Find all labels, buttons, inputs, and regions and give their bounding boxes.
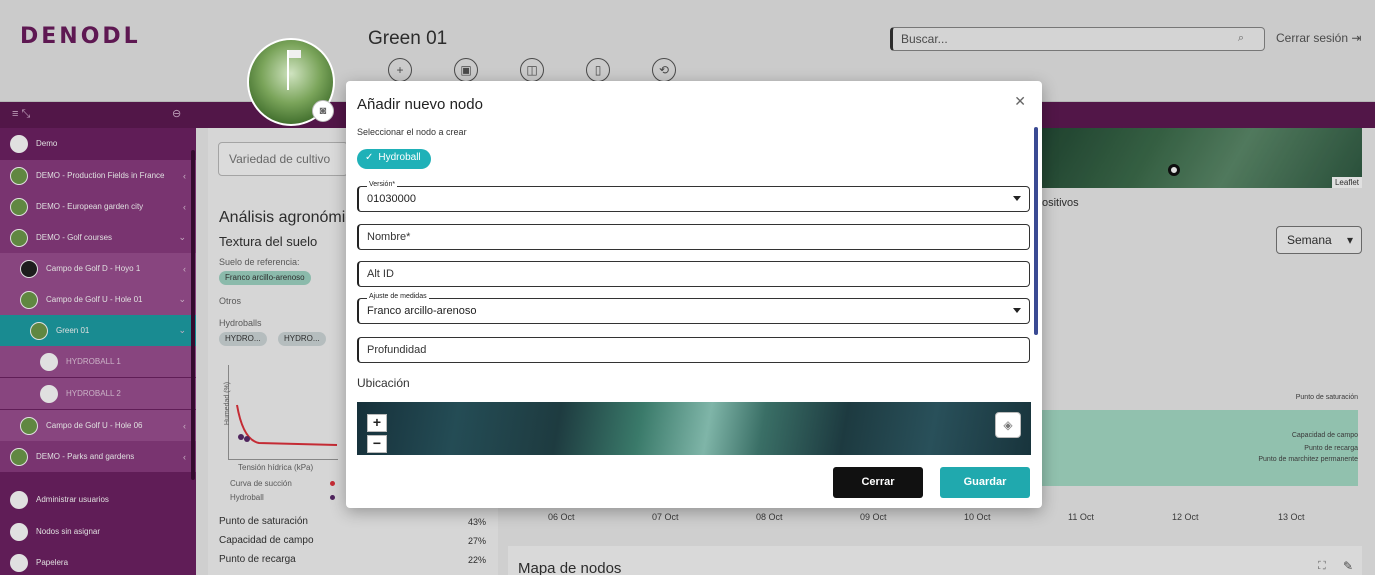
dialog-title: Añadir nuevo nodo bbox=[357, 96, 483, 113]
dialog-scrollbar[interactable] bbox=[1034, 127, 1038, 335]
node-type-chip[interactable]: ✓ Hydroball bbox=[357, 149, 431, 169]
version-label: Versión* bbox=[367, 181, 398, 188]
zoom-out-button[interactable]: − bbox=[367, 435, 387, 453]
measure-select[interactable]: Ajuste de medidas Franco arcillo-arenoso bbox=[357, 293, 1030, 324]
depth-placeholder: Profundidad bbox=[367, 344, 427, 356]
name-placeholder: Nombre* bbox=[367, 231, 411, 243]
measure-label: Ajuste de medidas bbox=[367, 293, 429, 300]
depth-field[interactable]: Profundidad bbox=[357, 337, 1030, 363]
alt-id-field[interactable]: Alt ID bbox=[357, 261, 1030, 287]
dialog-subtitle: Seleccionar el nodo a crear bbox=[357, 127, 467, 137]
version-value: 01030000 bbox=[367, 193, 416, 205]
check-icon: ✓ bbox=[365, 152, 374, 163]
layers-icon[interactable]: ◈ bbox=[995, 412, 1021, 438]
add-node-dialog: Añadir nuevo nodo ✕ Seleccionar el nodo … bbox=[346, 81, 1042, 508]
node-type-label: Hydroball bbox=[378, 152, 421, 163]
location-title: Ubicación bbox=[357, 376, 410, 390]
zoom-in-button[interactable]: + bbox=[367, 414, 387, 432]
caret-down-icon bbox=[1013, 308, 1021, 313]
location-map[interactable]: + − ◈ bbox=[357, 402, 1031, 455]
version-select[interactable]: Versión* 01030000 bbox=[357, 181, 1030, 212]
alt-id-placeholder: Alt ID bbox=[367, 268, 394, 280]
caret-down-icon bbox=[1013, 196, 1021, 201]
measure-value: Franco arcillo-arenoso bbox=[367, 305, 477, 317]
camera-icon[interactable]: ◙ bbox=[312, 100, 334, 122]
close-icon[interactable]: ✕ bbox=[1014, 93, 1026, 110]
save-button[interactable]: Guardar bbox=[940, 467, 1030, 498]
close-button[interactable]: Cerrar bbox=[833, 467, 923, 498]
name-field[interactable]: Nombre* bbox=[357, 224, 1030, 250]
